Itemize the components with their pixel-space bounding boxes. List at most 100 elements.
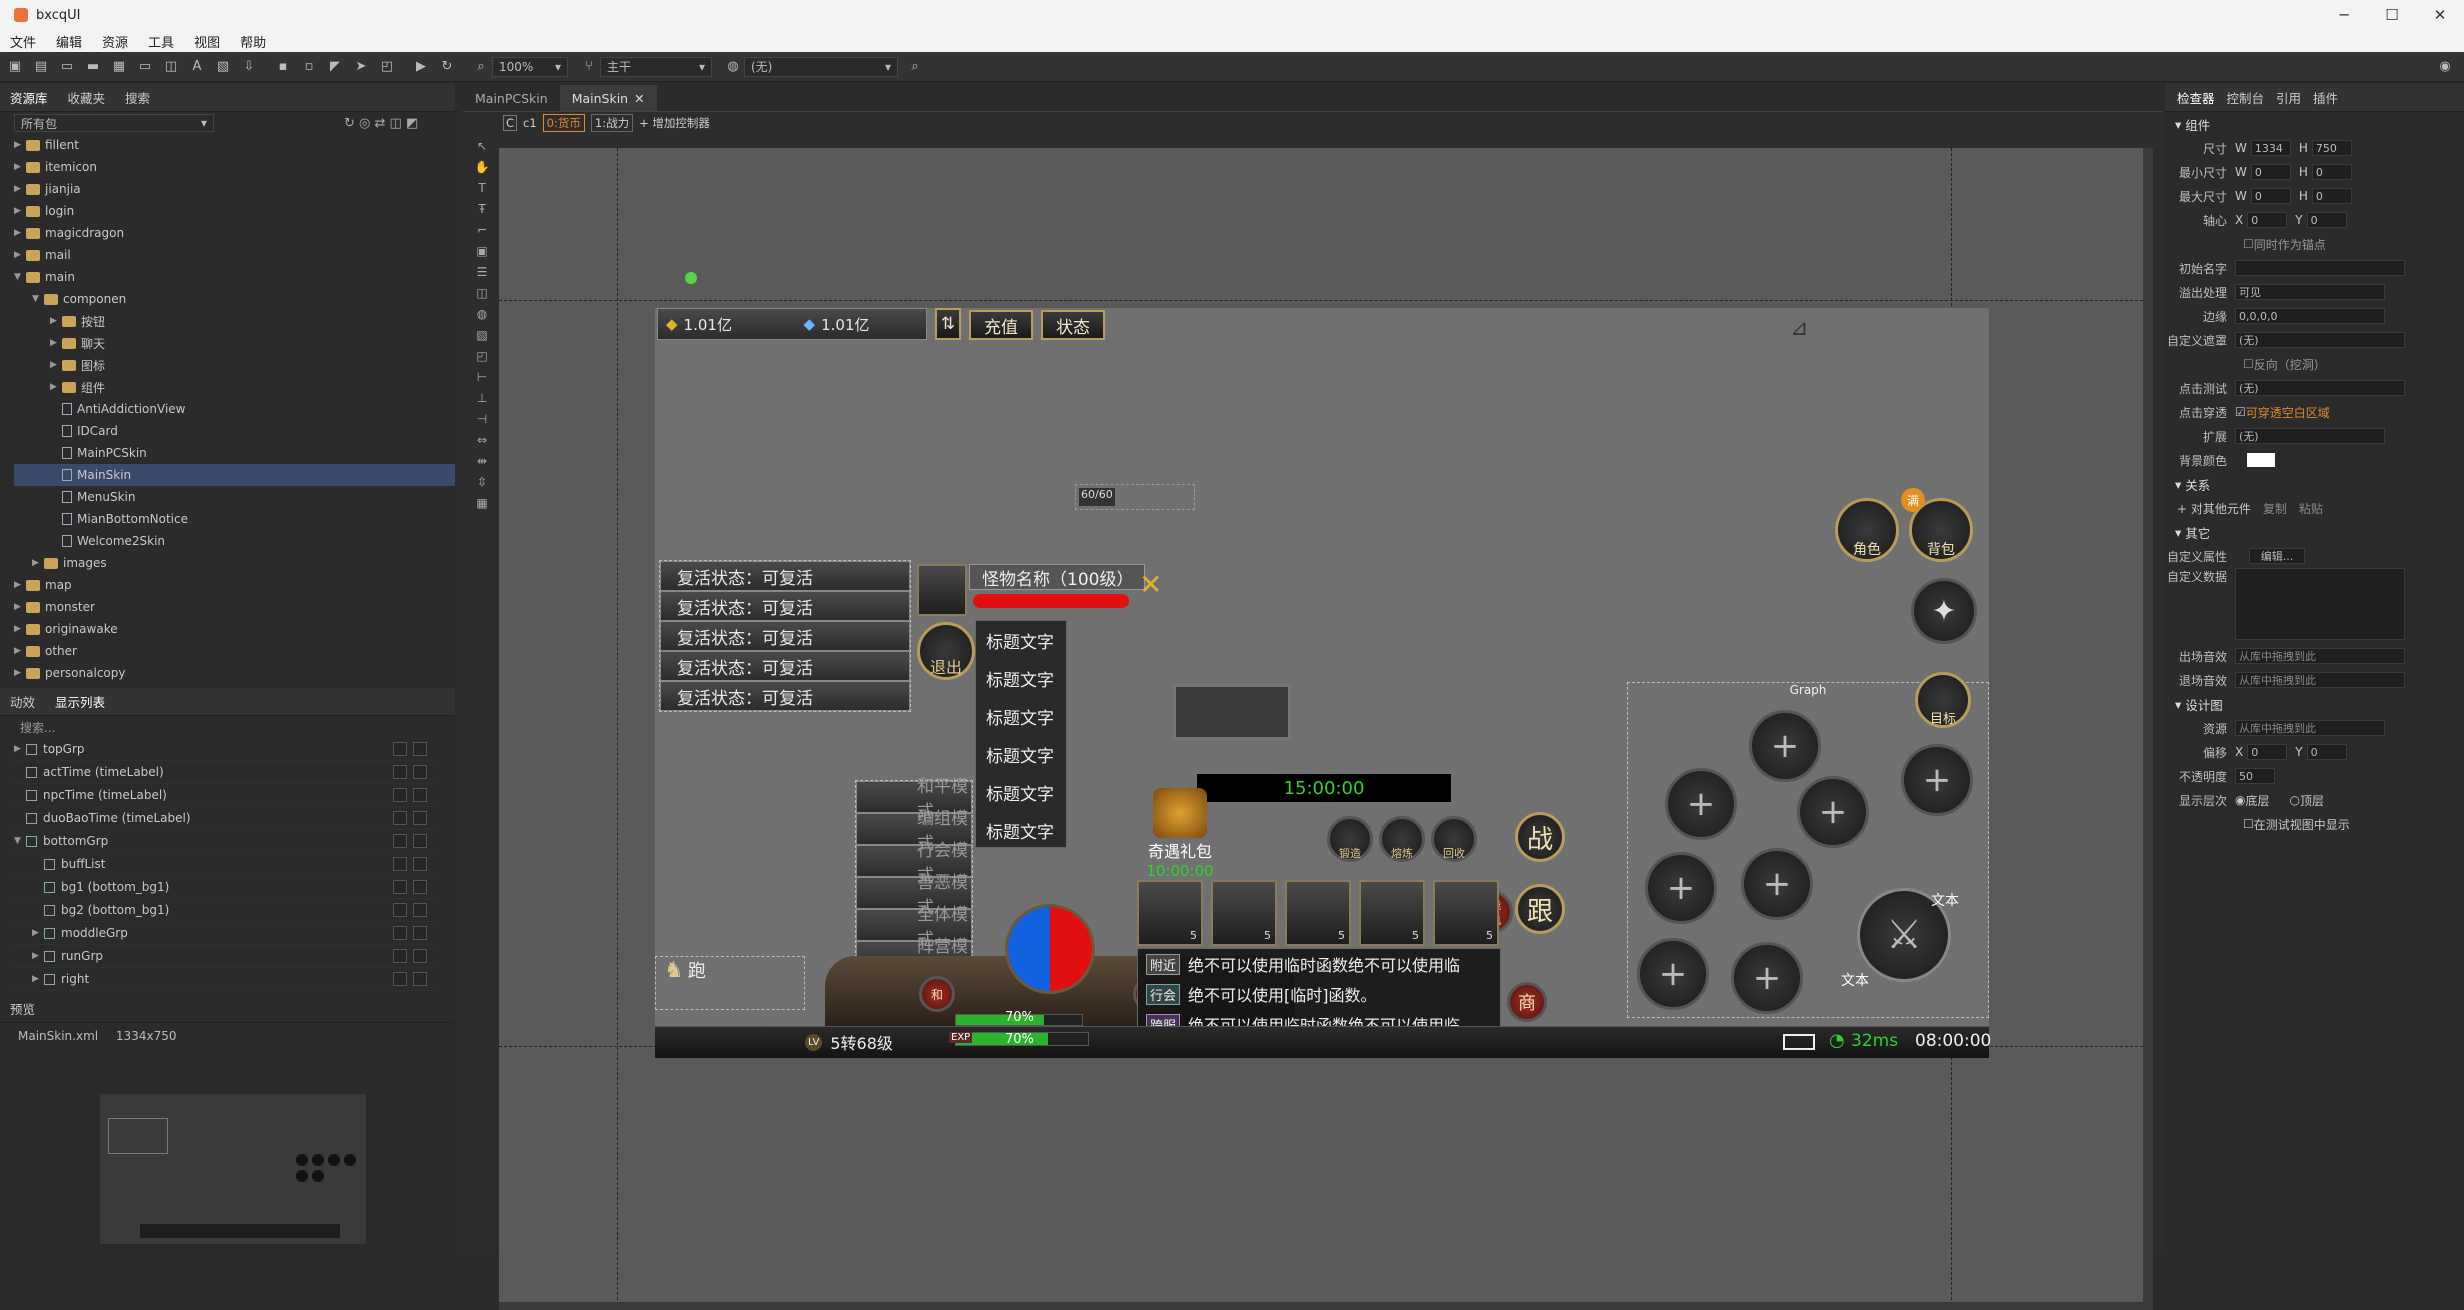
chevron-right-icon[interactable]: ▶ [14,668,26,678]
user-icon[interactable]: ◉ [2434,56,2456,78]
zoom-icon[interactable]: ⌕ [470,56,492,78]
visible-toggle[interactable] [393,903,407,917]
group-tool-icon[interactable]: ▧ [473,325,491,346]
rich-text-tool-icon[interactable]: Ŧ [473,199,491,220]
revive-item[interactable]: 复活状态：可复活 [660,621,910,651]
tree-item[interactable]: IDCard [14,420,455,442]
controller-page-power[interactable]: 1:战力 [590,114,634,132]
same-height-icon[interactable]: ⇳ [473,472,491,493]
select-tool-icon[interactable]: ↖ [473,136,491,157]
custom-attr-edit-button[interactable]: 编辑... [2249,548,2305,564]
revive-item[interactable]: 复活状态：可复活 [660,651,910,681]
team-portrait[interactable]: 5 [1137,880,1203,946]
visible-toggle[interactable] [393,880,407,894]
min-h-input[interactable]: 0 [2311,164,2352,180]
bg-color-swatch[interactable] [2247,453,2275,467]
display-list-row[interactable]: actTime (timeLabel) [14,761,435,784]
chevron-right-icon[interactable]: ▶ [14,184,26,194]
size-h-input[interactable]: 750 [2311,140,2352,156]
tree-item[interactable]: ▼ main [14,266,455,288]
follow-button[interactable]: 跟 [1515,884,1565,934]
swap-icon[interactable]: ⇅ [935,308,961,340]
controller-page-currency[interactable]: 0:货币 [542,114,585,132]
hit-test-input[interactable]: (无) [2235,380,2405,396]
doc-tab-mainskin[interactable]: MainSkin ✕ [559,85,657,111]
tree-item[interactable]: ▶ jianjia [14,178,455,200]
visible-toggle[interactable] [393,788,407,802]
offset-y-input[interactable]: 0 [2306,744,2347,760]
publish-icon[interactable]: ◤ [324,56,346,78]
display-list-row[interactable]: buffList [14,853,435,876]
enter-effect-input[interactable]: 从库中拖拽到此 [2235,648,2405,664]
expand-icon[interactable]: ▶ [32,928,44,938]
close-button[interactable]: ✕ [2416,0,2464,30]
tree-item[interactable]: ▶ magicdragon [14,222,455,244]
display-search-input[interactable]: 搜索... [20,719,55,736]
tree-item[interactable]: MianBottomNotice [14,508,455,530]
doc-tab-mainpcskin[interactable]: MainPCSkin [463,85,560,111]
init-name-input[interactable] [2235,260,2405,276]
expand-icon[interactable]: ▶ [32,951,44,961]
component-tool-icon[interactable]: ◰ [473,346,491,367]
expand-icon[interactable]: ▶ [14,744,26,754]
tree-item[interactable]: ▶ 组件 [14,376,455,398]
play-icon[interactable]: ▶ [410,56,432,78]
tree-item[interactable]: ▶ monster [14,596,455,618]
lock-toggle[interactable] [413,765,427,779]
custom-data-textarea[interactable] [2235,568,2405,640]
overflow-select[interactable]: 可见 [2235,284,2385,300]
tree-item[interactable]: ▶ other [14,640,455,662]
graph-tool-icon[interactable]: ◍ [473,304,491,325]
rel-copy-button[interactable]: 复制 [2263,500,2287,517]
image-tool-icon[interactable]: ▣ [473,241,491,262]
skill-slot[interactable]: + [1901,744,1973,816]
display-list-row[interactable]: ▶ runGrp [14,945,435,968]
mask-input[interactable]: (无) [2235,332,2405,348]
language-select[interactable]: (无) ▾ [744,56,898,77]
forge-button[interactable]: 锻造 [1327,816,1373,862]
stage-scrollbar-v[interactable] [2143,148,2153,1310]
title-item[interactable]: 标题文字 [976,659,1066,697]
loader-tool-icon[interactable]: ◫ [473,283,491,304]
tab-transition[interactable]: 动效 [0,692,45,711]
rel-paste-button[interactable]: 粘贴 [2299,500,2323,517]
peace-mode-button[interactable]: 和 [919,976,955,1012]
shop-button[interactable]: 商 [1507,982,1547,1022]
display-list-row[interactable]: ▶ right [14,968,435,991]
display-list-row[interactable]: bg2 (bottom_bg1) [14,899,435,922]
pivot-x-input[interactable]: 0 [2247,212,2288,228]
tab-search[interactable]: 搜索 [115,88,160,107]
menu-edit[interactable]: 编辑 [46,32,92,51]
zoom-select[interactable]: 100% ▾ [492,56,568,77]
section-component[interactable]: ▾ 组件 [2165,112,2464,136]
tree-item[interactable]: MenuSkin [14,486,455,508]
tree-item[interactable]: ▶ 按钮 [14,310,455,332]
display-list-row[interactable]: ▼ bottomGrp [14,830,435,853]
display-list-row[interactable]: duoBaoTime (timeLabel) [14,807,435,830]
tree-item[interactable]: MainPCSkin [14,442,455,464]
skill-slot[interactable]: + [1665,768,1737,840]
revive-item[interactable]: 复活状态：可复活 [660,561,910,591]
slider-icon[interactable]: ◫ [160,56,182,78]
chevron-down-icon[interactable]: ▼ [14,272,26,282]
chevron-right-icon[interactable]: ▶ [14,602,26,612]
title-item[interactable]: 标题文字 [976,697,1066,735]
tab-display-list[interactable]: 显示列表 [45,692,115,711]
tab-plugins[interactable]: 插件 [2307,88,2344,107]
lock-toggle[interactable] [413,926,427,940]
revive-item[interactable]: 复活状态：可复活 [660,591,910,621]
title-item[interactable]: 标题文字 [976,811,1066,849]
lock-toggle[interactable] [413,788,427,802]
smelt-button[interactable]: 熔炼 [1379,816,1425,862]
visible-toggle[interactable] [393,926,407,940]
team-portrait[interactable]: 5 [1285,880,1351,946]
menu-view[interactable]: 视图 [184,32,230,51]
skill-slot[interactable]: + [1645,852,1717,924]
navigation-icon[interactable]: ✦ [1911,578,1977,644]
display-list-row[interactable]: npcTime (timeLabel) [14,784,435,807]
tree-item[interactable]: ▶ personalcopy [14,662,455,684]
menu-help[interactable]: 帮助 [230,32,276,51]
publish-all-icon[interactable]: ➤ [350,56,372,78]
align-left-icon[interactable]: ⊢ [473,367,491,388]
team-portrait[interactable]: 5 [1433,880,1499,946]
